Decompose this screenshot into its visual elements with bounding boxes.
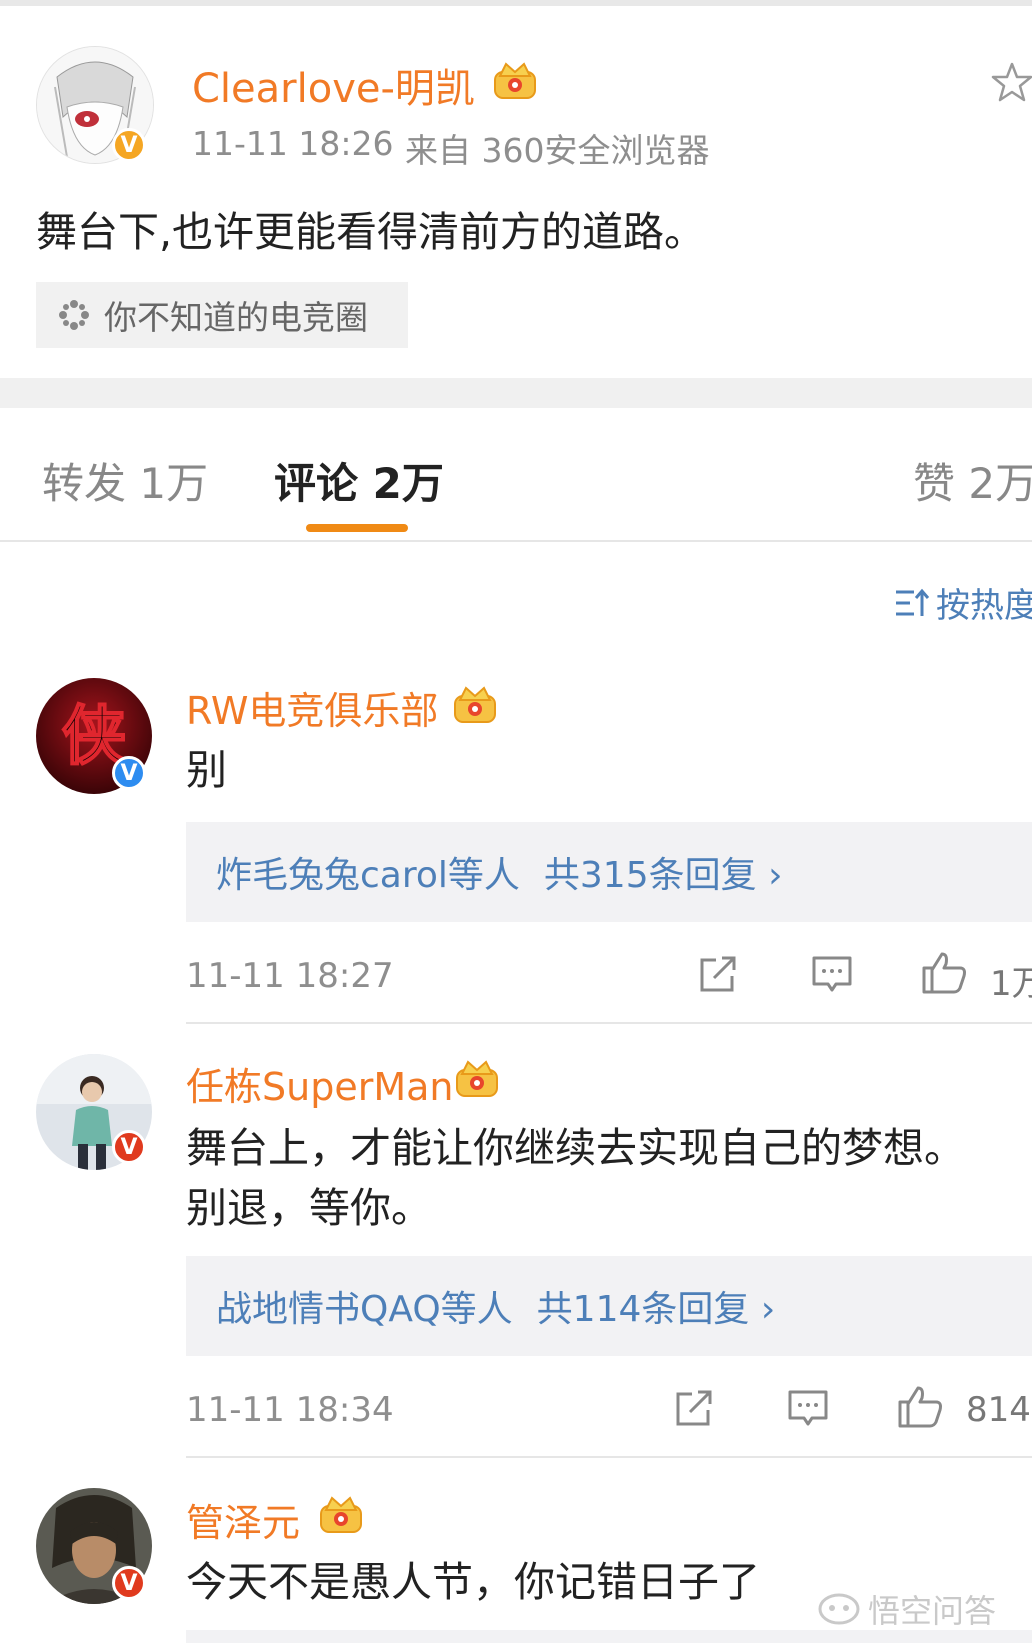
reply-count[interactable]: 共114条回复 › — [537, 1280, 776, 1332]
watermark: 悟空问答 — [818, 1586, 996, 1632]
like-count: 8143 — [966, 1390, 1032, 1430]
comment-text: 别 — [186, 746, 227, 794]
comment-author-name[interactable]: 任栋SuperMan — [186, 1056, 454, 1111]
section-divider — [0, 378, 1032, 408]
reply-count[interactable]: 共315条回复 › — [544, 846, 783, 898]
verified-badge-icon: V — [112, 1566, 146, 1600]
vip-crown-icon — [452, 682, 498, 728]
comment-separator — [186, 1022, 1032, 1024]
topic-label: 你不知道的电竞圈 — [104, 298, 368, 337]
top-divider — [0, 0, 1032, 6]
topic-chip[interactable]: 你不知道的电竞圈 — [36, 282, 408, 348]
favorite-star-icon[interactable] — [990, 60, 1032, 108]
reply-users[interactable]: 炸毛兔兔carol等人 — [216, 846, 520, 898]
post-author-name[interactable]: Clearlove-明凯 — [192, 56, 475, 114]
comment-time: 11-11 18:34 — [186, 1390, 394, 1430]
post-content: 舞台下,也许更能看得清前方的道路。 — [36, 208, 706, 256]
vip-crown-icon — [454, 1056, 500, 1102]
watermark-text: 悟空问答 — [868, 1592, 997, 1630]
comment-text: 今天不是愚人节，你记错日子了 — [186, 1558, 760, 1606]
post-time: 11-11 18:26 — [192, 124, 394, 163]
post-source: 来自 360安全浏览器 — [405, 131, 710, 170]
verified-badge-icon: V — [112, 128, 146, 162]
tab-reposts[interactable]: 转发 1万 — [42, 450, 208, 511]
reply-users[interactable]: 战地情书QAQ等人 — [216, 1280, 513, 1332]
replies-box[interactable]: 战地情书QAQ等人 共114条回复 › — [186, 1256, 1032, 1356]
verified-badge-icon: V — [112, 1130, 146, 1164]
vip-crown-icon — [492, 58, 538, 104]
comment-author-name[interactable]: RW电竞俱乐部 — [186, 680, 438, 735]
like-icon[interactable] — [896, 1382, 944, 1434]
sort-button[interactable]: 按热度 — [894, 578, 1032, 627]
wukong-logo-icon — [818, 1592, 860, 1626]
comment-icon[interactable] — [810, 952, 854, 1000]
like-count: 1万 — [990, 964, 1032, 1004]
topic-flower-icon — [56, 297, 92, 333]
like-icon[interactable] — [920, 948, 968, 1000]
tab-likes[interactable]: 赞 2万 — [913, 450, 1032, 511]
comment-author-name[interactable]: 管泽元 — [186, 1492, 300, 1547]
sort-icon — [894, 586, 930, 620]
comment-text-line2: 别退，等你。 — [186, 1184, 432, 1232]
comment-icon[interactable] — [786, 1386, 830, 1434]
verified-badge-icon: V — [112, 756, 146, 790]
vip-crown-icon — [318, 1492, 364, 1538]
comment-separator — [186, 1456, 1032, 1458]
tab-comments[interactable]: 评论 2万 — [274, 450, 444, 511]
comment-text-line1: 舞台上，才能让你继续去实现自己的梦想。 — [186, 1124, 965, 1172]
replies-box[interactable]: 炸毛兔兔carol等人 共315条回复 › — [186, 822, 1032, 922]
active-tab-indicator — [306, 524, 408, 532]
sort-label: 按热度 — [936, 586, 1032, 626]
share-icon[interactable] — [696, 952, 740, 1000]
share-icon[interactable] — [672, 1386, 716, 1434]
tabs-bottom-border — [0, 540, 1032, 542]
comment-time: 11-11 18:27 — [186, 956, 394, 996]
